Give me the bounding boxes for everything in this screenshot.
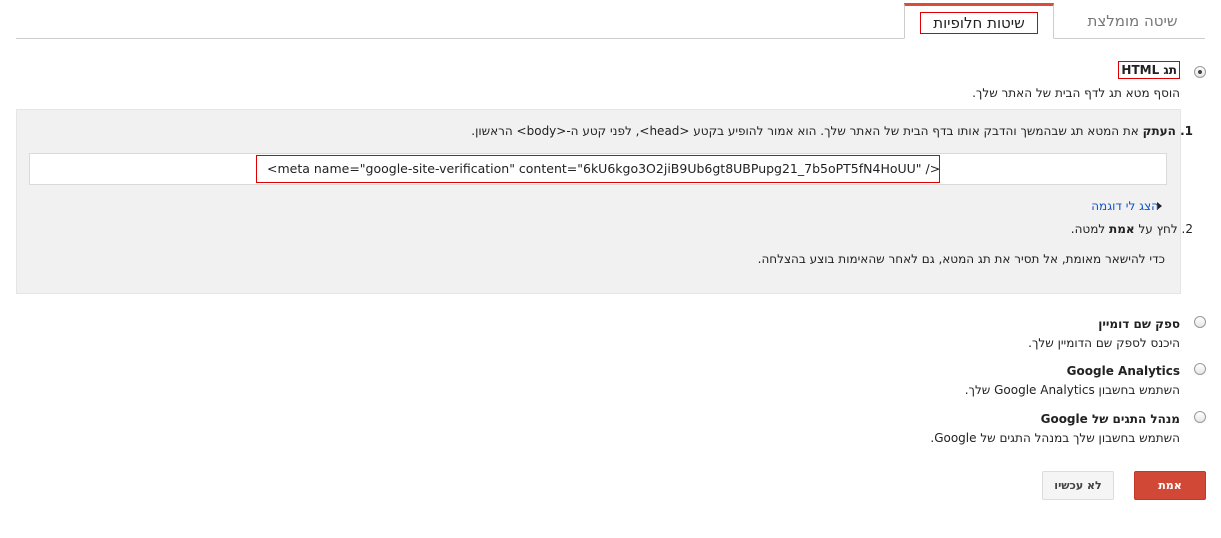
step-2-text: 2. לחץ על אמת למטה. [1071, 222, 1193, 236]
option-tag-manager-title: מנהל התגים של Google [1040, 412, 1180, 426]
show-example-link[interactable]: הצג לי דוגמה [1091, 199, 1159, 213]
tab-alternate-methods[interactable]: שיטות חלופיות [904, 3, 1054, 39]
radio-icon[interactable] [1194, 363, 1206, 375]
option-html-tag-title-text: תג HTML [1118, 61, 1180, 79]
verify-button[interactable]: אמת [1134, 471, 1206, 500]
option-html-tag-desc: הוסף מטא תג לדף הבית של האתר שלך. [972, 86, 1180, 100]
tab-recommended-method-label: שיטה מומלצת [1087, 12, 1178, 30]
option-tag-manager-desc: השתמש בחשבון שלך במנהל התגים של Google. [930, 431, 1180, 445]
option-analytics-title: Google Analytics [1066, 364, 1180, 378]
meta-code-text[interactable]: <meta name="google-site-verification" co… [256, 155, 940, 183]
radio-icon[interactable] [1194, 411, 1206, 423]
step-2-suffix: למטה. [1070, 222, 1109, 236]
tab-recommended-method[interactable]: שיטה מומלצת [1070, 4, 1195, 38]
option-html-tag-title: תג HTML [1118, 61, 1180, 79]
step-2-prefix: 2. לחץ על [1134, 222, 1193, 236]
step-1-text: 1. העתק את המטא תג שבהמשך והדבק אותו בדף… [471, 124, 1193, 138]
step-1-bold: 1. העתק [1142, 124, 1193, 138]
verification-note: כדי להישאר מאומת, אל תסיר את תג המטא, גם… [757, 252, 1165, 266]
tab-alternate-methods-label: שיטות חלופיות [920, 12, 1038, 34]
radio-selected-icon[interactable] [1194, 66, 1206, 78]
step-1-rest: את המטא תג שבהמשך והדבק אותו בדף הבית של… [471, 124, 1143, 138]
radio-icon[interactable] [1194, 316, 1206, 328]
option-domain-desc: היכנס לספק שם הדומיין שלך. [1028, 336, 1180, 350]
option-domain-title: ספק שם דומיין [1098, 317, 1180, 331]
step-2-bold: אמת [1109, 222, 1135, 236]
not-now-button[interactable]: לא עכשיו [1042, 471, 1114, 500]
option-analytics-desc: השתמש בחשבון Google Analytics שלך. [964, 383, 1180, 397]
